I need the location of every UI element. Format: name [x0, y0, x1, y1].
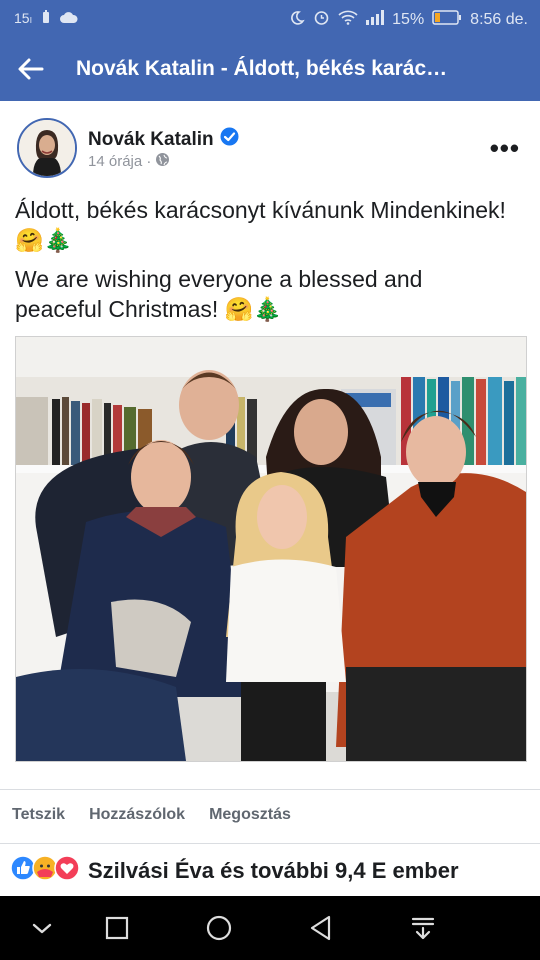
post-text-hu: Áldott, békés karácsonyt kívánunk Minden…: [15, 197, 506, 253]
divider: [0, 789, 540, 790]
like-button[interactable]: Tetszik: [12, 806, 65, 830]
reactions-summary[interactable]: Szilvási Éva és további 9,4 E ember: [10, 855, 459, 886]
page-title: Novák Katalin - Áldott, békés karác…: [76, 57, 448, 80]
love-reaction-icon: [54, 855, 80, 886]
status-badge: 15ₗ: [14, 10, 32, 26]
wifi-icon: [338, 10, 358, 30]
back-nav-icon[interactable]: [305, 912, 337, 944]
post-time[interactable]: 14 órája ·: [88, 153, 151, 170]
post-meta: 14 órája ·: [88, 152, 170, 171]
reactions-text[interactable]: Szilvási Éva és további 9,4 E ember: [88, 858, 459, 884]
divider: [0, 843, 540, 844]
post-actions: Tetszik Hozzászólok Megosztás: [0, 806, 540, 830]
home-icon[interactable]: [203, 912, 235, 944]
post-photo[interactable]: [15, 336, 527, 762]
clock: 8:56 de.: [470, 11, 528, 28]
post-text-en: We are wishing everyone a blessed and pe…: [15, 266, 423, 322]
nav-down-icon[interactable]: [26, 912, 58, 944]
battery-percent: 15%: [392, 11, 425, 28]
cloud-icon: [59, 11, 78, 27]
comment-button[interactable]: Hozzászólok: [89, 806, 185, 830]
alarm-icon: [313, 9, 330, 31]
status-bar: 15ₗ 15% 8:56 de.: [0, 0, 540, 38]
notifications-icon[interactable]: [407, 912, 439, 944]
more-icon[interactable]: •••: [490, 133, 520, 164]
verified-icon: [220, 127, 239, 152]
system-nav-bar: [0, 896, 540, 960]
avatar[interactable]: [17, 118, 77, 178]
battery-icon: [432, 10, 462, 30]
back-arrow-icon[interactable]: [16, 56, 46, 82]
author-name[interactable]: Novák Katalin: [88, 129, 214, 151]
share-button[interactable]: Megosztás: [209, 806, 291, 830]
moon-icon: [289, 10, 305, 31]
battery-small-icon: [42, 10, 50, 27]
app-bar: Novák Katalin - Áldott, békés karác…: [0, 38, 540, 101]
signal-icon: [366, 10, 385, 30]
post-header: Novák Katalin 14 órája · •••: [0, 101, 540, 191]
post-author[interactable]: Novák Katalin: [88, 127, 239, 152]
recents-icon[interactable]: [101, 912, 133, 944]
globe-icon: [155, 152, 170, 171]
